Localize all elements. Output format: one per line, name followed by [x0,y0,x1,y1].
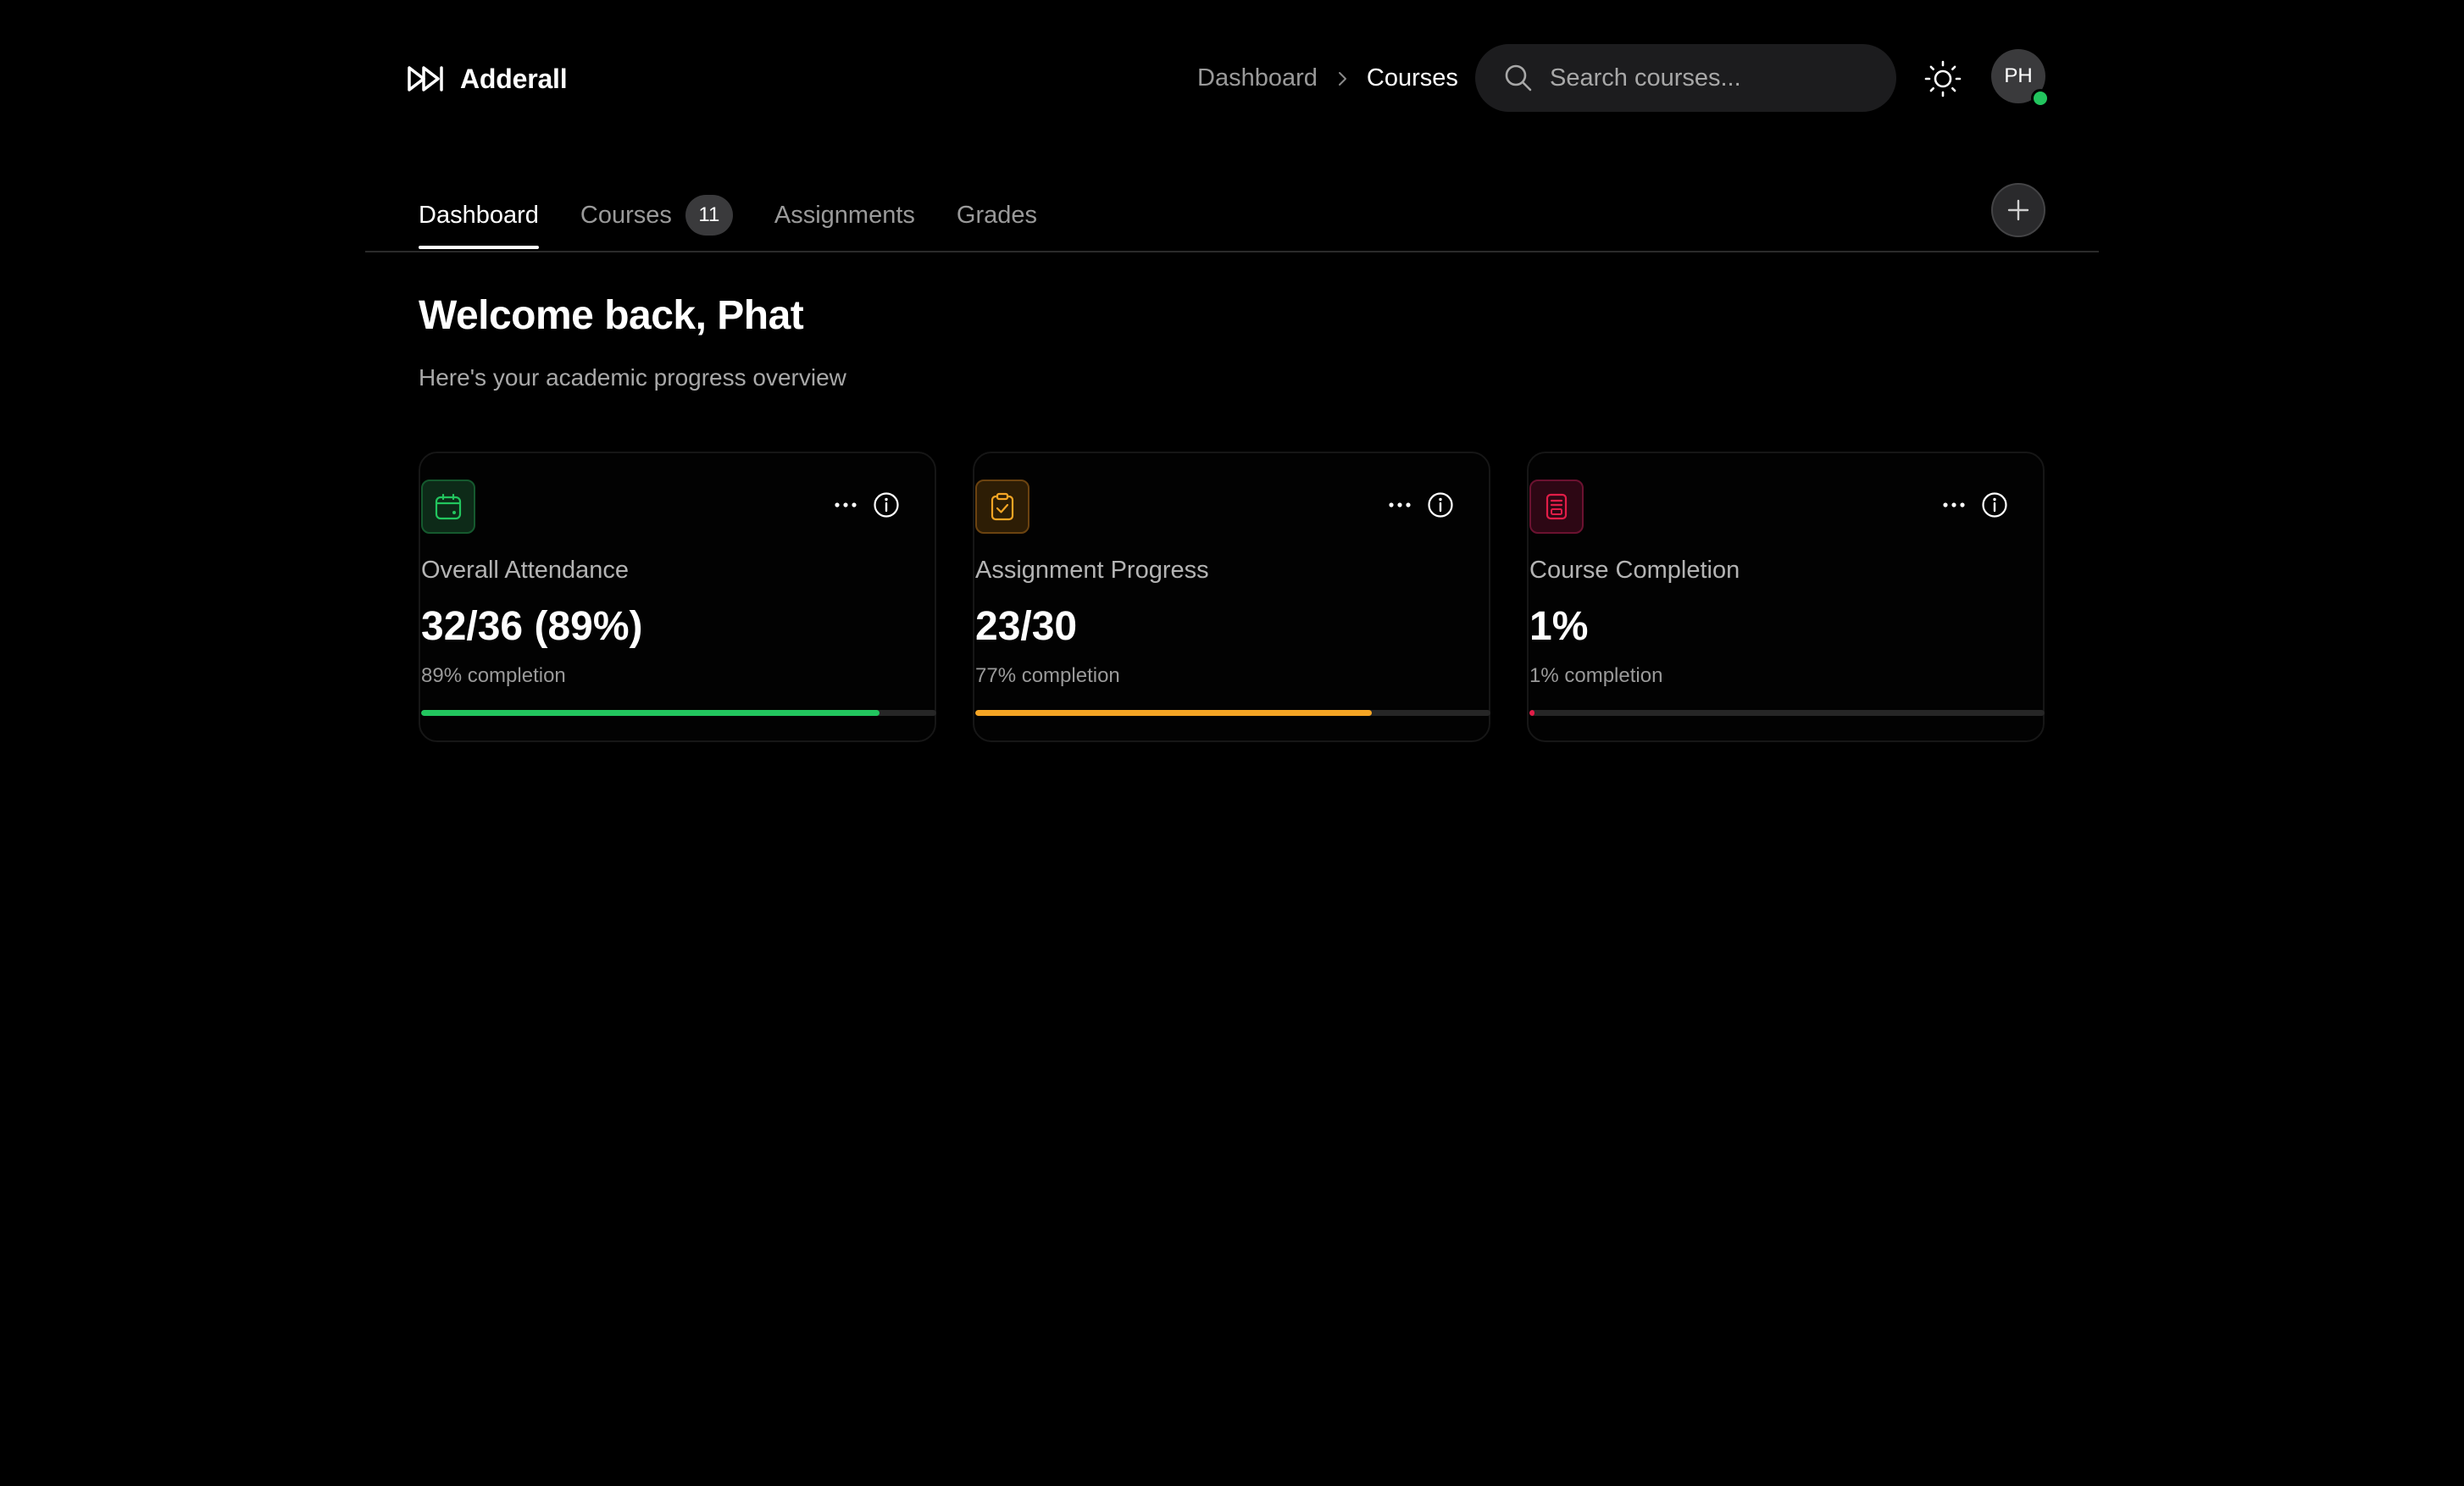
card-info-button[interactable] [1980,491,2009,519]
card-label: Overall Attendance [421,557,630,584]
search-bar[interactable] [1475,44,1896,112]
calendar-icon [435,493,462,520]
courses-count-badge: 11 [685,195,733,236]
breadcrumb: Dashboard Courses [1197,64,1458,92]
assignment-icon-tile [975,480,1029,534]
card-value: 1% [1529,604,1589,649]
tab-label: Grades [956,201,1037,229]
tabs-divider [365,251,2099,252]
tab-courses[interactable]: Courses 11 [580,181,733,249]
book-icon [1546,493,1568,520]
progress-track [421,710,936,716]
card-more-button[interactable] [1940,491,1968,519]
fast-forward-logo-icon [408,66,443,91]
card-more-button[interactable] [1385,491,1414,519]
top-header: Adderall Dashboard Courses Search course… [365,0,2099,156]
tab-label: Assignments [774,201,915,229]
course-icon-tile [1529,480,1584,534]
attendance-card: Overall Attendance 32/36 (89%) 89% compl… [419,452,936,742]
tab-grades[interactable]: Grades [957,181,1037,249]
main-tabs: Dashboard Courses 11 Assignments Grades [419,181,1079,249]
plus-icon [2007,199,2029,221]
clipboard-check-icon [991,492,1014,521]
more-horizontal-icon [835,502,857,507]
search-input[interactable] [1548,63,1870,93]
page-subtitle: Here's your academic progress overview [419,364,846,391]
more-horizontal-icon [1389,502,1411,507]
progress-track [1529,710,2045,716]
breadcrumb-item-dashboard[interactable]: Dashboard [1197,64,1318,92]
add-button[interactable] [1991,183,2045,237]
page-title: Welcome back, Phat [419,293,804,338]
progress-track [975,710,1490,716]
assignment-progress-card: Assignment Progress 23/30 77% completion [973,452,1490,742]
tab-assignments[interactable]: Assignments [774,181,915,249]
info-icon [1428,492,1453,518]
sun-icon [1924,60,1962,97]
card-more-button[interactable] [831,491,860,519]
card-info-button[interactable] [872,491,901,519]
card-caption: 77% completion [975,664,1120,687]
progress-fill [1529,710,1535,716]
tab-dashboard[interactable]: Dashboard [419,181,539,249]
card-value: 32/36 (89%) [421,604,643,649]
info-icon [874,492,899,518]
search-icon [1505,64,1532,91]
online-status-dot [2031,89,2050,108]
tab-label: Dashboard [419,201,539,229]
more-horizontal-icon [1943,502,1965,507]
app-logo[interactable]: Adderall [406,59,568,98]
tab-label: Courses [580,201,672,229]
theme-toggle-button[interactable] [1923,59,1962,98]
course-completion-card: Course Completion 1% 1% completion [1527,452,2045,742]
card-value: 23/30 [975,604,1078,649]
app-name: Adderall [460,63,568,94]
page: Adderall Dashboard Courses Search course… [365,0,2099,1486]
user-initials: PH [2004,64,2033,87]
progress-fill [421,710,880,716]
card-caption: 1% completion [1529,664,1663,687]
card-caption: 89% completion [421,664,566,687]
chevron-right-icon [1338,71,1346,86]
attendance-icon-tile [421,480,475,534]
card-label: Course Completion [1529,557,1740,584]
card-label: Assignment Progress [975,557,1209,584]
info-icon [1982,492,2007,518]
card-info-button[interactable] [1426,491,1455,519]
breadcrumb-item-courses[interactable]: Courses [1367,64,1458,92]
progress-fill [975,710,1373,716]
